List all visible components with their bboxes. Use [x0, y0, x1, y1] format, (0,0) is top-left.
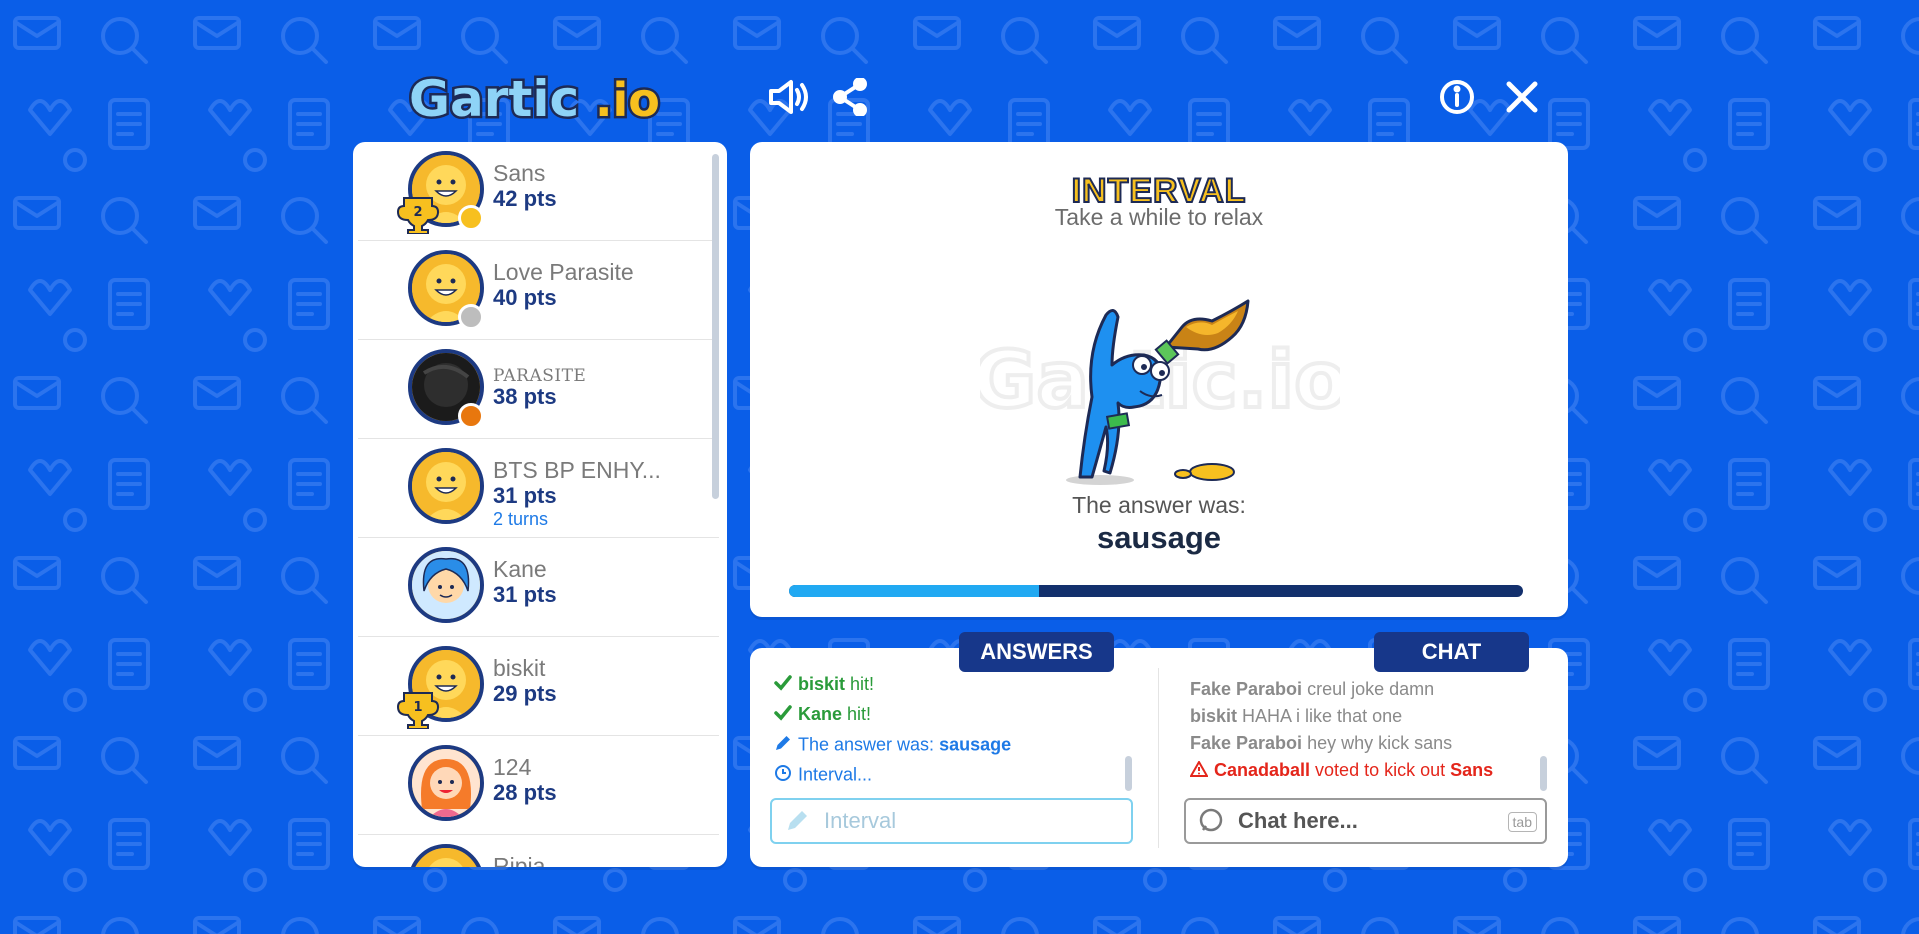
message-user: Fake Paraboi [1190, 733, 1303, 753]
player-points: 29 pts [493, 681, 557, 706]
avatar [408, 448, 484, 524]
player-points: 31 pts [493, 582, 557, 607]
player-name: Love Parasite [493, 259, 634, 285]
player-points: 28 pts [493, 780, 557, 805]
status-dot [458, 205, 484, 231]
chat-bubble-icon [1199, 808, 1223, 832]
status-dot [458, 304, 484, 330]
player-row[interactable]: BTS BP ENHY... 31 pts 2 turns [358, 439, 719, 538]
answer-input-placeholder: Interval [824, 808, 897, 833]
player-name: Kane [493, 556, 547, 582]
chat-message: Fake Paraboi creul joke damn [1190, 679, 1434, 700]
tab-shortcut-hint: tab [1507, 812, 1537, 832]
gartic-logo[interactable]: Gartic .io [405, 62, 673, 132]
message-text: HAHA i like that one [1242, 706, 1403, 726]
check-icon [774, 705, 794, 726]
message-text: creul joke damn [1307, 679, 1435, 699]
message-text: hit! [850, 674, 875, 694]
player-points: 42 pts [493, 186, 557, 211]
trophy-icon: 1 [396, 692, 440, 729]
player-row[interactable]: 1 biskit 29 pts [358, 637, 719, 736]
answers-chat-divider [1158, 668, 1159, 848]
message-text: The answer was: [798, 734, 935, 755]
close-icon[interactable] [1497, 72, 1547, 122]
player-row[interactable]: Kane 31 pts [358, 538, 719, 637]
avatar [408, 745, 484, 821]
answer-message: Kane hit! [774, 704, 871, 726]
player-row[interactable]: Love Parasite 40 pts [358, 241, 719, 340]
chat-tab[interactable]: CHAT [1374, 632, 1529, 672]
player-name: Sans [493, 160, 546, 186]
svg-text:.io: .io [595, 73, 660, 127]
answer-message: Interval... [774, 764, 872, 787]
player-name: PARASITE [493, 366, 587, 386]
player-list: 2 Sans 42 pts Love Parasite 40 pts PARASITE 38… [353, 142, 727, 867]
chat-message: biskit HAHA i like that one [1190, 706, 1402, 727]
timer-progress-fill [789, 585, 1039, 597]
clock-icon [774, 764, 794, 787]
trophy-rank: 2 [413, 205, 422, 220]
message-user: biskit [798, 674, 846, 694]
avatar [408, 547, 484, 623]
message-user: Kane [798, 704, 843, 724]
message-user: biskit [1190, 706, 1238, 726]
answer-input-field[interactable]: Interval [770, 798, 1133, 844]
player-turns: 2 turns [493, 509, 549, 529]
player-row[interactable]: Ripia [358, 835, 719, 867]
chat-scrollbar[interactable] [1540, 756, 1547, 791]
status-dot [458, 403, 484, 429]
player-row[interactable]: 2 Sans 42 pts [358, 142, 719, 241]
player-row[interactable]: 124 28 pts [358, 736, 719, 835]
player-points: 40 pts [493, 285, 557, 310]
trophy-rank: 1 [413, 700, 422, 715]
player-points: 31 pts [493, 483, 557, 508]
player-name: BTS BP ENHY... [493, 457, 661, 483]
player-name: Ripia [493, 853, 546, 867]
player-row[interactable]: PARASITE 38 pts [358, 340, 719, 439]
message-user: Canadaball [1214, 760, 1311, 780]
pencil-icon [788, 811, 807, 830]
player-name: biskit [493, 655, 546, 681]
answer-label: The answer was: [1072, 492, 1246, 518]
pencil-icon [774, 734, 794, 757]
info-icon[interactable] [1432, 72, 1482, 122]
chat-message: Canadaball voted to kick out Sans [1189, 759, 1494, 782]
message-text: voted to kick out [1315, 760, 1446, 780]
answer-message: biskit hit! [774, 674, 874, 696]
answer-message: The answer was: sausage [774, 734, 1011, 757]
canvas-panel: INTERVAL Take a while to relax Gartic.io… [750, 142, 1568, 617]
answers-scrollbar[interactable] [1125, 756, 1132, 791]
player-name: 124 [493, 754, 532, 780]
trophy-icon: 2 [396, 197, 440, 234]
warning-icon [1189, 759, 1210, 782]
top-bar: Gartic .io [405, 62, 1570, 132]
players-scrollbar[interactable] [712, 154, 719, 499]
speaker-icon[interactable] [763, 72, 813, 122]
answer-word: sausage [1096, 520, 1222, 555]
timer-progress-bar [789, 585, 1523, 597]
chat-input-placeholder: Chat here... [1238, 808, 1358, 833]
avatar [408, 844, 484, 867]
message-user: Fake Paraboi [1190, 679, 1303, 699]
message-target: Sans [1450, 760, 1494, 780]
interval-subtitle: Take a while to relax [1054, 204, 1264, 230]
message-text: Interval... [798, 764, 873, 785]
bottom-panel: biskit hit! Kane hit! The answer was: saus… [750, 648, 1568, 867]
message-text: hey why kick sans [1307, 733, 1453, 753]
players-panel: 2 Sans 42 pts Love Parasite 40 pts PARASITE 38… [353, 142, 727, 867]
chat-input-field[interactable]: Chat here... tab [1184, 798, 1547, 844]
message-text: hit! [847, 704, 872, 724]
check-icon [774, 675, 794, 696]
chat-message: Fake Paraboi hey why kick sans [1190, 733, 1452, 754]
mascot-illustration: Gartic.io [980, 299, 1340, 485]
message-answer: sausage [939, 734, 1012, 755]
answers-tab[interactable]: ANSWERS [959, 632, 1114, 672]
share-icon[interactable] [825, 72, 875, 122]
svg-text:Gartic: Gartic [409, 70, 579, 128]
player-points: 38 pts [493, 384, 557, 409]
